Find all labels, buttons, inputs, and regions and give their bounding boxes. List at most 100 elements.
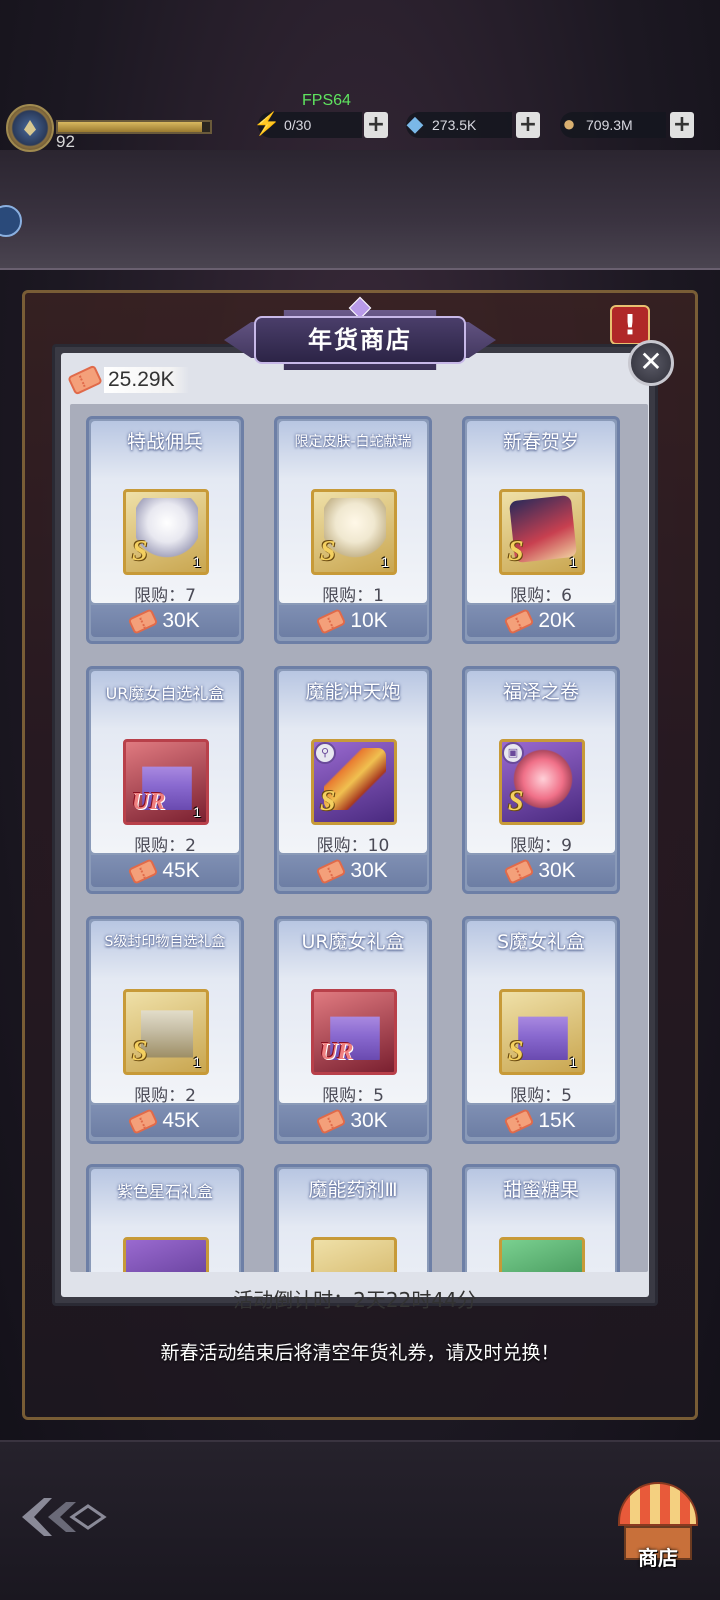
item-price: 10K — [350, 609, 388, 632]
price-button[interactable]: 10K — [279, 605, 427, 637]
item-icon-frame[interactable] — [123, 1237, 209, 1272]
price-button[interactable]: 30K — [467, 855, 615, 887]
stamina-value: 0/30 — [284, 117, 312, 133]
xp-bar — [56, 120, 212, 134]
card-body: 魔能冲天炮 ⚲ S 限购：10 — [279, 671, 427, 856]
shop-label: 商店 — [638, 1546, 678, 1570]
shop-item-card[interactable]: 魔能冲天炮 ⚲ S 限购：10 30K — [274, 666, 432, 894]
item-name: S魔女礼盒 — [496, 931, 586, 953]
shop-item-card[interactable]: UR魔女自选礼盒 UR 1 限购：2 45K — [86, 666, 244, 894]
price-button[interactable]: 30K — [91, 605, 239, 637]
coin-value: 709.3M — [586, 117, 633, 133]
back-arrow-icon — [22, 1498, 107, 1536]
add-crystal-button[interactable]: + — [516, 112, 540, 138]
item-name: 魔能药剂Ⅲ — [308, 1179, 398, 1201]
close-button[interactable]: ✕ — [628, 340, 674, 386]
price-button[interactable]: 20K — [467, 605, 615, 637]
price-button[interactable]: 45K — [91, 1105, 239, 1137]
item-icon-frame[interactable] — [499, 1237, 585, 1272]
price-button[interactable]: 45K — [91, 855, 239, 887]
grade-badge: S — [132, 1036, 148, 1067]
item-icon-frame[interactable]: ⚲ S — [311, 739, 397, 825]
shop-item-card[interactable]: 限定皮肤-白蛇献瑞 S 1 限购：1 10K — [274, 416, 432, 644]
item-quantity: 1 — [193, 1054, 201, 1070]
grade-badge: S — [320, 536, 336, 567]
card-body: 新春贺岁 S 1 限购：6 — [467, 421, 615, 606]
shop-item-card[interactable]: 福泽之卷 ▣ S 限购：9 30K — [462, 666, 620, 894]
shop-item-card[interactable]: 紫色星石礼盒 — [86, 1164, 244, 1272]
card-body: S级封印物自选礼盒 S 1 限购：2 — [91, 921, 239, 1106]
voucher-icon — [503, 607, 535, 635]
item-price: 15K — [538, 1109, 576, 1132]
purchase-limit: 限购：2 — [134, 836, 196, 856]
xp-fill — [58, 122, 203, 132]
price-button[interactable]: 30K — [279, 855, 427, 887]
item-icon-frame[interactable]: ▣ S — [499, 739, 585, 825]
voucher-icon — [315, 1107, 347, 1135]
shop-item-card[interactable]: 特战佣兵 S 1 限购：7 30K — [86, 416, 244, 644]
purchase-limit: 限购：1 — [322, 586, 384, 606]
grade-badge: UR — [320, 1039, 354, 1065]
lightning-icon: ⚡ — [253, 111, 281, 136]
item-price: 30K — [350, 1109, 388, 1132]
voucher-icon — [67, 364, 103, 396]
item-price: 20K — [538, 609, 576, 632]
item-quantity: 1 — [381, 554, 389, 570]
purchase-limit: 限购：9 — [510, 836, 572, 856]
voucher-icon — [127, 857, 159, 885]
item-icon-frame[interactable]: S 1 — [311, 489, 397, 575]
shop-item-card[interactable]: 魔能药剂Ⅲ — [274, 1164, 432, 1272]
shop-item-card[interactable]: S级封印物自选礼盒 S 1 限购：2 45K — [86, 916, 244, 1144]
add-coin-button[interactable]: + — [670, 112, 694, 138]
item-icon-frame[interactable]: S 1 — [499, 489, 585, 575]
item-price: 30K — [350, 859, 388, 882]
crystal-value: 273.5K — [432, 117, 477, 133]
item-quantity: 1 — [193, 554, 201, 570]
alert-icon: ! — [610, 305, 650, 345]
price-button[interactable]: 30K — [279, 1105, 427, 1137]
item-name: UR魔女礼盒 — [301, 931, 405, 953]
grade-badge: S — [508, 1036, 524, 1067]
purchase-limit: 限购：2 — [134, 1086, 196, 1106]
item-icon-frame[interactable] — [311, 1237, 397, 1272]
shop-item-card[interactable]: 甜蜜糖果 — [462, 1164, 620, 1272]
purchase-limit: 限购：6 — [510, 586, 572, 606]
dialog-title-plate: 年货商店 — [224, 296, 496, 378]
card-body: UR魔女自选礼盒 UR 1 限购：2 — [91, 671, 239, 856]
item-price: 30K — [162, 609, 200, 632]
purchase-limit: 限购：10 — [316, 836, 390, 856]
purchase-limit: 限购：5 — [510, 1086, 572, 1106]
grade-badge: S — [508, 786, 524, 817]
weapon-type-icon: ⚲ — [314, 742, 336, 764]
item-name: 特战佣兵 — [126, 431, 203, 453]
item-icon-frame[interactable]: UR 1 — [123, 739, 209, 825]
coin-counter: ● 709.3M — [560, 111, 666, 138]
item-icon-frame[interactable]: S 1 — [499, 989, 585, 1075]
shop-item-card[interactable]: 新春贺岁 S 1 限购：6 20K — [462, 416, 620, 644]
player-emblem-icon[interactable] — [6, 104, 54, 152]
item-icon-frame[interactable]: S 1 — [123, 989, 209, 1075]
currency-display: 25.29K — [67, 364, 189, 396]
item-icon-frame[interactable]: UR — [311, 989, 397, 1075]
item-name: 魔能冲天炮 — [305, 681, 401, 703]
item-price: 45K — [162, 859, 200, 882]
voucher-icon — [127, 607, 159, 635]
background-frame — [0, 150, 720, 270]
back-button[interactable] — [18, 1492, 108, 1542]
item-name: 紫色星石礼盒 — [116, 1182, 213, 1201]
dialog-title: 年货商店 — [254, 316, 466, 364]
card-body: 限定皮肤-白蛇献瑞 S 1 限购：1 — [279, 421, 427, 606]
grade-badge: S — [508, 536, 524, 567]
close-icon: ✕ — [639, 345, 663, 378]
add-stamina-button[interactable]: + — [364, 112, 388, 138]
item-name: 限定皮肤-白蛇献瑞 — [294, 434, 412, 450]
shop-item-card[interactable]: S魔女礼盒 S 1 限购：5 15K — [462, 916, 620, 1144]
item-grid[interactable]: 特战佣兵 S 1 限购：7 30K 限定皮肤-白蛇献瑞 S 1 限购：1 10K — [70, 404, 648, 1272]
grade-badge: UR — [132, 789, 166, 815]
shop-item-card[interactable]: UR魔女礼盒 UR 限购：5 30K — [274, 916, 432, 1144]
price-button[interactable]: 15K — [467, 1105, 615, 1137]
shop-button[interactable]: 商店 — [612, 1482, 704, 1582]
item-name: 福泽之卷 — [502, 681, 579, 703]
currency-value: 25.29K — [104, 367, 189, 393]
item-icon-frame[interactable]: S 1 — [123, 489, 209, 575]
